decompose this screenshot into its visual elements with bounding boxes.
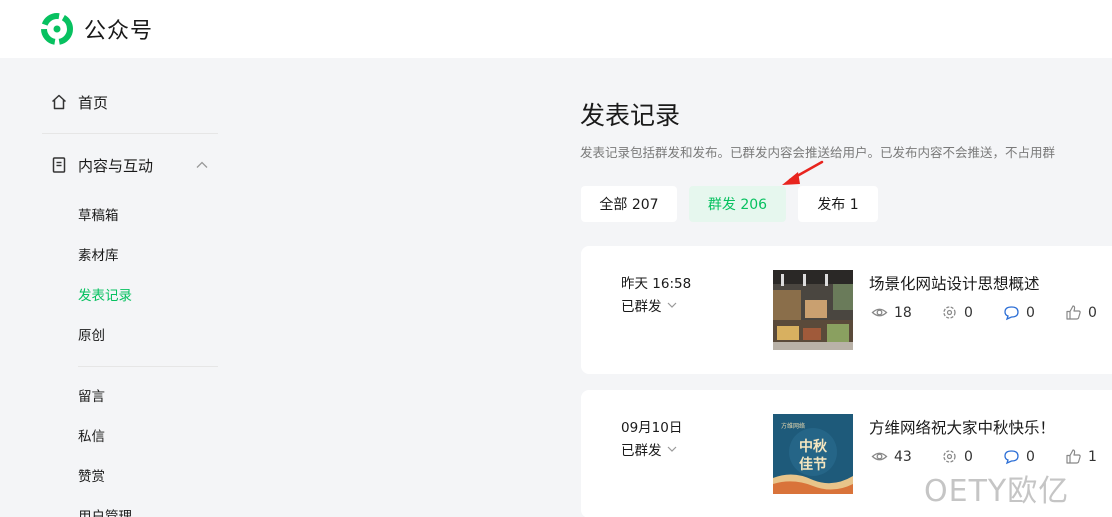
sidebar-item-rewards[interactable]: 赞赏 xyxy=(78,467,105,487)
home-icon xyxy=(50,93,68,111)
sidebar-item-home[interactable]: 首页 xyxy=(50,90,108,114)
sidebar-group-content[interactable]: 内容与互动 xyxy=(50,153,215,177)
wechat-mp-logo-icon[interactable] xyxy=(40,12,74,46)
sidebar-item-publish-records[interactable]: 发表记录 xyxy=(78,286,132,306)
comment-icon xyxy=(1003,448,1020,465)
chevron-up-icon[interactable] xyxy=(195,158,209,172)
eye-icon xyxy=(871,448,888,465)
comments-stat: 0 xyxy=(1003,448,1035,465)
shares-count: 0 xyxy=(964,304,973,321)
views-count: 43 xyxy=(894,448,912,465)
views-stat: 43 xyxy=(871,448,912,465)
sidebar-item-label: 首页 xyxy=(78,93,109,112)
record-thumbnail[interactable] xyxy=(773,270,853,350)
document-icon xyxy=(50,156,68,174)
shares-stat: 0 xyxy=(941,448,973,465)
sidebar: 首页 内容与互动 草稿箱 素材库 发表记录 原创 留言 私信 赞赏 用户管理 xyxy=(0,58,260,517)
main-content: 发表记录 发表记录包括群发和发布。已群发内容会推送给用户。已发布内容不会推送，不… xyxy=(580,58,1112,517)
record-title[interactable]: 方维网络祝大家中秋快乐！ xyxy=(869,416,1055,438)
tab-publish[interactable]: 发布 1 xyxy=(798,186,878,222)
record-title[interactable]: 场景化网站设计思想概述 xyxy=(869,272,1040,294)
tab-mass-send[interactable]: 群发 206 xyxy=(689,186,786,222)
app-name[interactable]: 公众号 xyxy=(84,13,153,45)
likes-stat: 1 xyxy=(1065,448,1097,465)
sidebar-item-users[interactable]: 用户管理 xyxy=(78,507,132,517)
sidebar-item-messages[interactable]: 私信 xyxy=(78,427,105,447)
page-title: 发表记录 xyxy=(580,101,681,130)
share-icon xyxy=(941,448,958,465)
thumbs-up-icon xyxy=(1065,304,1082,321)
thumbs-up-icon xyxy=(1065,448,1082,465)
shares-stat: 0 xyxy=(941,304,973,321)
sidebar-item-comments[interactable]: 留言 xyxy=(78,387,105,407)
record-card[interactable]: 昨天 16:58 已群发 场景化网站设计思想概述 18 0 0 0 xyxy=(581,246,1112,374)
views-count: 18 xyxy=(894,304,912,321)
record-thumbnail[interactable]: 方维网络 中秋 佳节 xyxy=(773,414,853,494)
record-date: 09月10日 xyxy=(621,420,683,436)
thumb-line2: 佳节 xyxy=(799,456,827,473)
sidebar-item-drafts[interactable]: 草稿箱 xyxy=(78,206,119,226)
comments-count: 0 xyxy=(1026,304,1035,321)
record-date: 昨天 16:58 xyxy=(621,276,692,292)
thumb-brand: 方维网络 xyxy=(781,422,805,430)
sidebar-item-materials[interactable]: 素材库 xyxy=(78,246,119,266)
eye-icon xyxy=(871,304,888,321)
likes-count: 0 xyxy=(1088,304,1097,321)
shares-count: 0 xyxy=(964,448,973,465)
record-status-label: 已群发 xyxy=(621,443,662,459)
sidebar-divider xyxy=(42,133,218,134)
likes-count: 1 xyxy=(1088,448,1097,465)
record-status[interactable]: 已群发 xyxy=(621,439,678,459)
thumb-line1: 中秋 xyxy=(799,438,828,455)
share-icon xyxy=(941,304,958,321)
tab-all[interactable]: 全部 207 xyxy=(581,186,677,222)
comments-stat: 0 xyxy=(1003,304,1035,321)
watermark: OETY欧亿 xyxy=(924,474,1070,509)
comments-count: 0 xyxy=(1026,448,1035,465)
record-status-label: 已群发 xyxy=(621,299,662,315)
chevron-down-icon xyxy=(666,443,678,455)
likes-stat: 0 xyxy=(1065,304,1097,321)
sidebar-item-original[interactable]: 原创 xyxy=(78,326,105,346)
chevron-down-icon xyxy=(666,299,678,311)
red-arrow-annotation xyxy=(782,160,824,185)
views-stat: 18 xyxy=(871,304,912,321)
sidebar-divider xyxy=(78,366,218,367)
comment-icon xyxy=(1003,304,1020,321)
sidebar-group-label: 内容与互动 xyxy=(78,156,154,175)
record-status[interactable]: 已群发 xyxy=(621,295,678,315)
top-bar: 公众号 xyxy=(0,0,1112,58)
